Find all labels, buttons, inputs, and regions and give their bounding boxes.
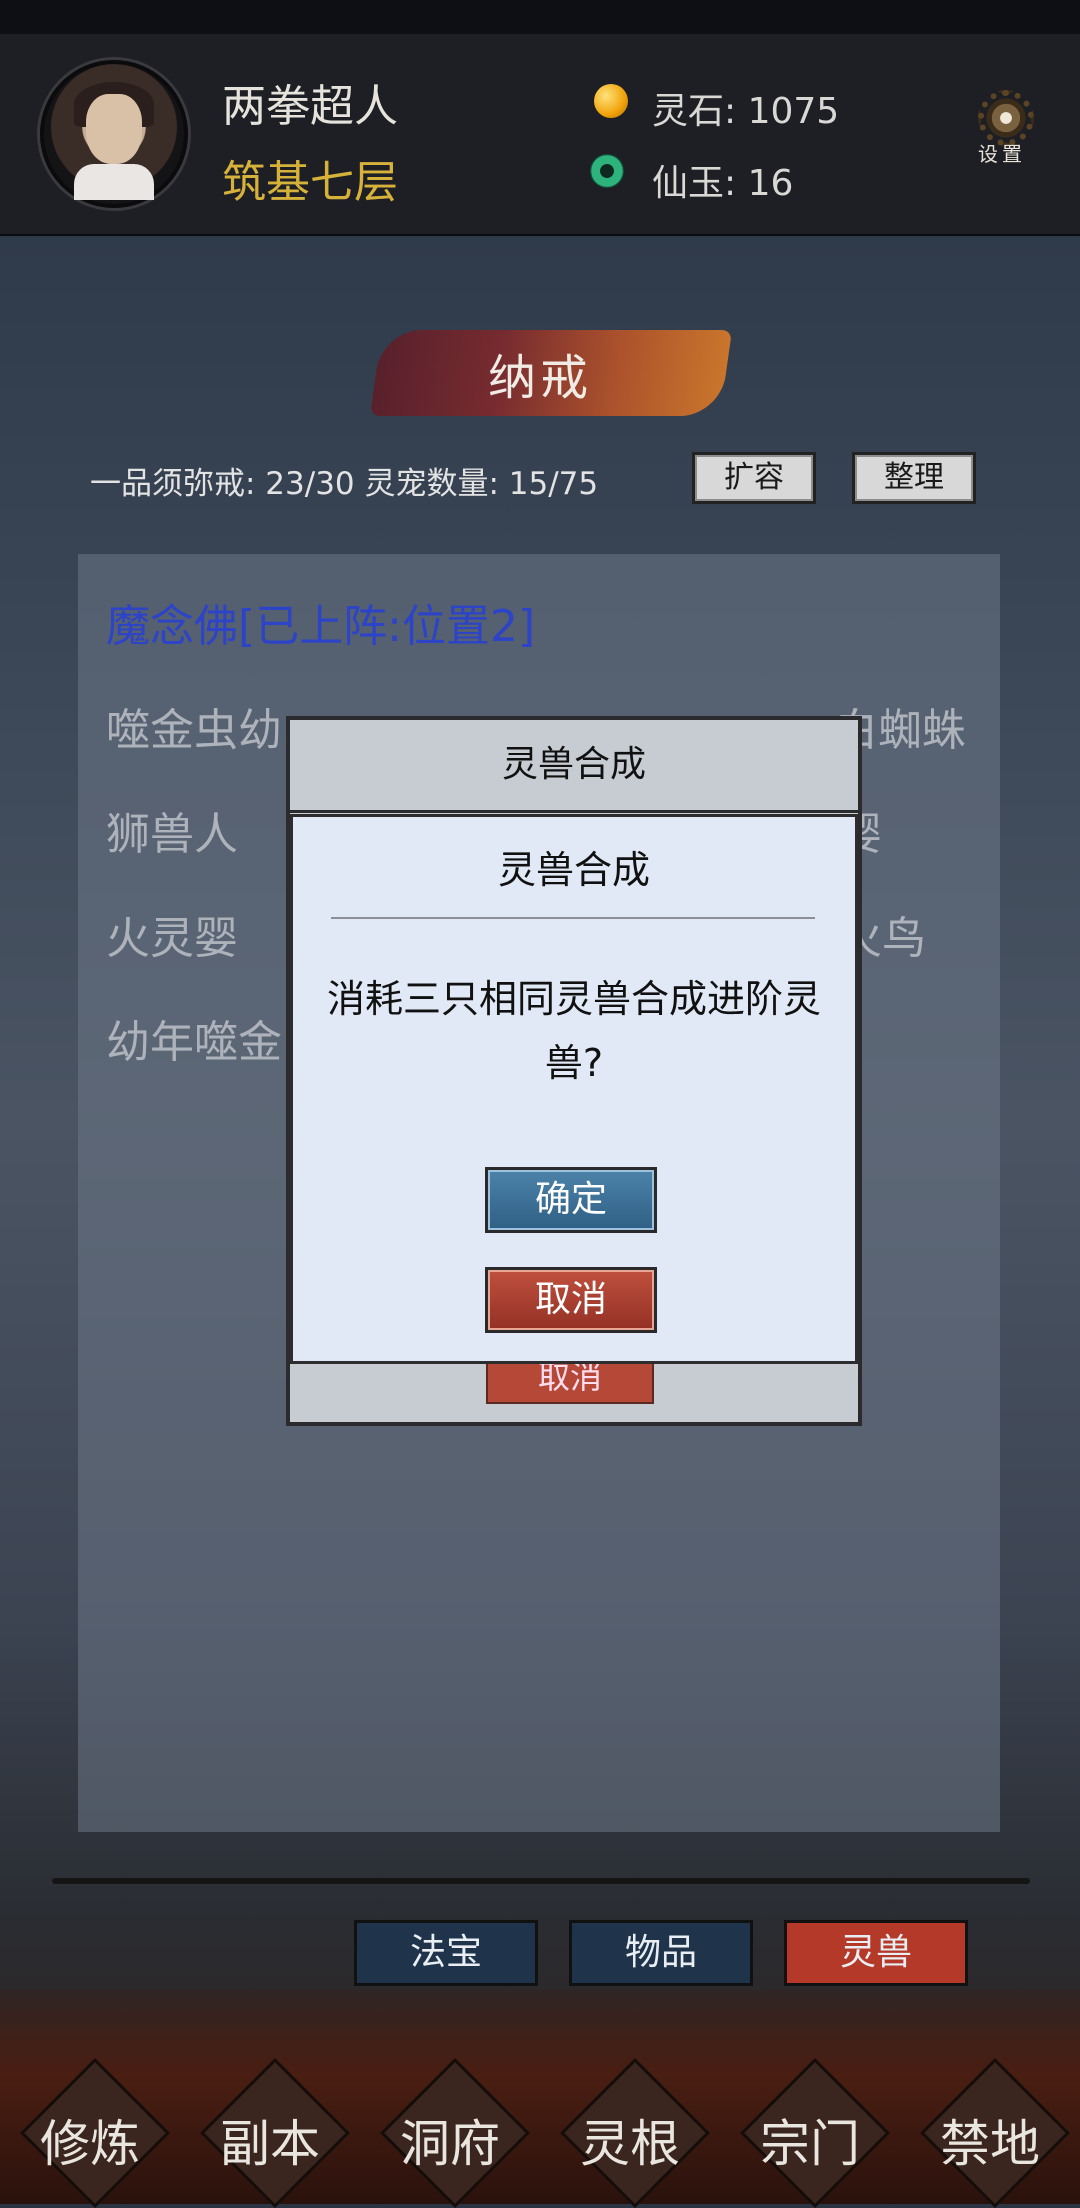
dialog-title: 灵兽合成 — [497, 848, 650, 892]
nav-label: 宗门 — [760, 2115, 860, 2173]
nav-label: 副本 — [220, 2115, 320, 2173]
nav-label: 洞府 — [400, 2115, 500, 2173]
dialog-divider — [331, 917, 815, 919]
player-avatar[interactable] — [40, 60, 188, 208]
nav-dungeon[interactable]: 副本 — [180, 2058, 360, 2208]
beast-list-item[interactable]: 狮兽人 — [106, 798, 238, 862]
sort-button[interactable]: 整理 — [852, 452, 976, 504]
nav-label: 禁地 — [940, 2115, 1040, 2173]
player-rank: 筑基七层 — [222, 157, 398, 208]
nav-label: 灵根 — [580, 2115, 680, 2173]
player-name: 两拳超人 — [222, 81, 398, 132]
nav-forbidden-land[interactable]: 禁地 — [900, 2058, 1080, 2208]
spirit-stone-amount: 灵石: 1075 — [652, 91, 840, 132]
background-dialog-title: 灵兽合成 — [290, 720, 858, 813]
beast-list-item[interactable]: 幼年噬金 — [106, 1006, 282, 1070]
beast-list-item[interactable]: 魔念佛[已上阵:位置2] — [106, 590, 535, 654]
tab-magic-treasure[interactable]: 法宝 — [354, 1920, 538, 1986]
dialog-message: 消耗三只相同灵兽合成进阶灵兽? — [326, 977, 821, 1085]
page-title: 纳戒 — [487, 350, 592, 406]
tab-items[interactable]: 物品 — [569, 1920, 753, 1986]
settings-label: 设置 — [978, 142, 1026, 166]
nav-cave[interactable]: 洞府 — [360, 2058, 540, 2208]
cancel-button[interactable]: 取消 — [485, 1267, 657, 1333]
nav-label: 修炼 — [40, 2115, 140, 2173]
immortal-jade-icon — [590, 154, 624, 188]
status-bar — [0, 0, 1080, 34]
avatar-robe — [74, 164, 154, 200]
player-header: 两拳超人 筑基七层 灵石: 1075 仙玉: 16 设置 — [0, 34, 1080, 236]
capacity-info: 一品须弥戒: 23/30 灵宠数量: 15/75 — [90, 466, 599, 502]
confirm-button[interactable]: 确定 — [485, 1167, 657, 1233]
spirit-stone-icon — [594, 84, 628, 118]
beast-list-item[interactable]: 火灵婴 — [106, 902, 238, 966]
nav-cultivate[interactable]: 修炼 — [0, 2058, 180, 2208]
section-divider — [52, 1878, 1030, 1884]
immortal-jade-amount: 仙玉: 16 — [652, 163, 794, 204]
confirm-dialog: 灵兽合成 消耗三只相同灵兽合成进阶灵兽? 确定 取消 — [290, 814, 858, 1364]
nav-spirit-root[interactable]: 灵根 — [540, 2058, 720, 2208]
beast-list-item[interactable]: 噬金虫幼 — [106, 694, 282, 758]
tab-spirit-beasts[interactable]: 灵兽 — [784, 1920, 968, 1986]
avatar-face — [86, 94, 142, 164]
nav-sect[interactable]: 宗门 — [720, 2058, 900, 2208]
settings-button[interactable]: 设置 — [974, 90, 1040, 166]
expand-button[interactable]: 扩容 — [692, 452, 816, 504]
